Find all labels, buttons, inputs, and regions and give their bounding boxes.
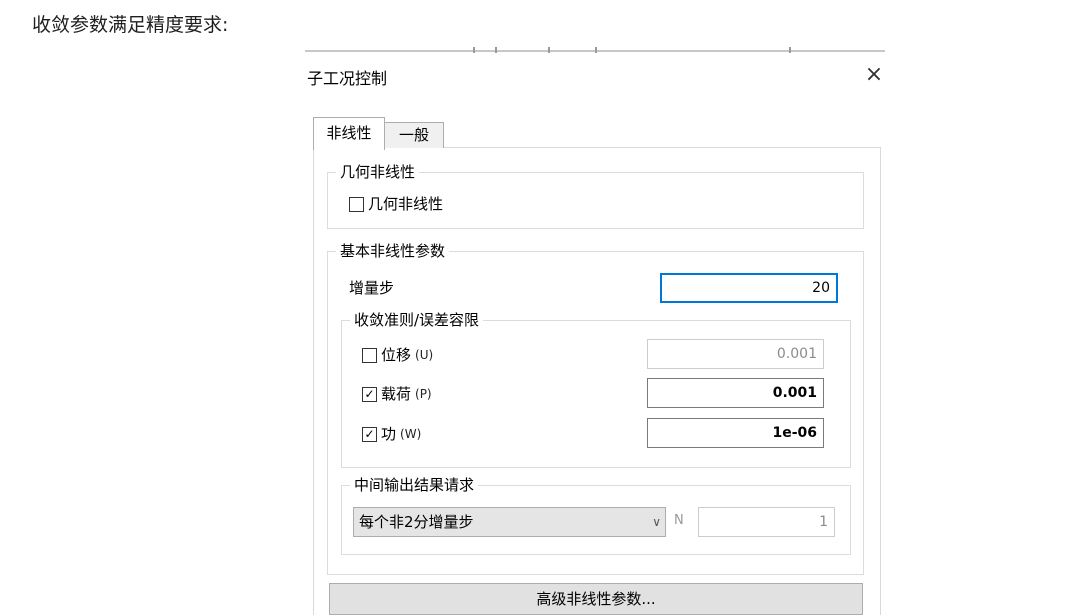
work-checkbox[interactable]: ✓ [362,426,377,442]
n-label: N [674,513,684,528]
nonlinear-tab-panel: 几何非线性 几何非线性 基本非线性参数 增量步 20 收敛准则/误差容限 位移 … [313,147,881,615]
convergence-row-displacement: 位移 (U) [362,345,433,365]
displacement-sub-label: (U) [415,348,434,362]
geometric-nonlinear-label: 几何非线性 [368,195,444,213]
work-label: 功 [381,425,397,443]
convergence-row-work: ✓ 功 (W) [362,424,421,444]
work-sub-label: (W) [400,427,422,441]
n-input[interactable]: 1 [698,507,835,537]
geometric-nonlinear-checkbox[interactable] [349,196,364,212]
sub-case-control-dialog: 子工况控制 × 非线性 一般 几何非线性 几何非线性 基本非线性参数 增量步 2… [305,54,885,615]
load-tolerance-input[interactable]: 0.001 [647,378,824,408]
tab-general[interactable]: 一般 [384,122,444,148]
intro-text: 收敛参数满足精度要求: [32,14,229,36]
load-label: 载荷 [381,385,412,403]
convergence-group: 收敛准则/误差容限 位移 (U) 0.001 ✓ 载荷 (P) 0.001 ✓ … [341,311,851,468]
work-tolerance-input[interactable]: 1e-06 [647,418,824,448]
basic-nonlinear-group: 基本非线性参数 增量步 20 收敛准则/误差容限 位移 (U) 0.001 ✓ … [327,242,864,575]
output-group-label: 中间输出结果请求 [350,476,479,494]
load-checkbox[interactable]: ✓ [362,386,377,402]
increment-input[interactable]: 20 [660,273,838,303]
close-icon[interactable]: × [861,62,885,88]
tab-nonlinear[interactable]: 非线性 [313,117,385,150]
chevron-down-icon: ∨ [652,515,661,529]
displacement-label: 位移 [381,346,412,364]
intermediate-output-group: 中间输出结果请求 每个非2分增量步 ∨ N 1 [341,476,851,555]
advanced-nonlinear-button[interactable]: 高级非线性参数... [329,583,863,615]
geometric-nonlinear-row: 几何非线性 [349,194,443,214]
displacement-checkbox[interactable] [362,347,377,363]
dialog-title: 子工况控制 [307,69,388,88]
convergence-row-load: ✓ 载荷 (P) [362,384,432,404]
output-request-select[interactable]: 每个非2分增量步 ∨ [353,507,666,537]
increment-label: 增量步 [349,279,395,297]
displacement-tolerance-input[interactable]: 0.001 [647,339,824,369]
increment-row: 增量步 [349,278,394,298]
geometric-group-label: 几何非线性 [336,163,420,181]
dialog-titlebar: 子工况控制 × [305,54,885,98]
basic-group-label: 基本非线性参数 [336,242,450,260]
load-sub-label: (P) [415,387,432,401]
geometric-nonlinear-group: 几何非线性 几何非线性 [327,163,864,229]
convergence-group-label: 收敛准则/误差容限 [350,311,484,329]
background-window-strip [305,44,885,54]
output-request-value: 每个非2分增量步 [359,513,474,531]
